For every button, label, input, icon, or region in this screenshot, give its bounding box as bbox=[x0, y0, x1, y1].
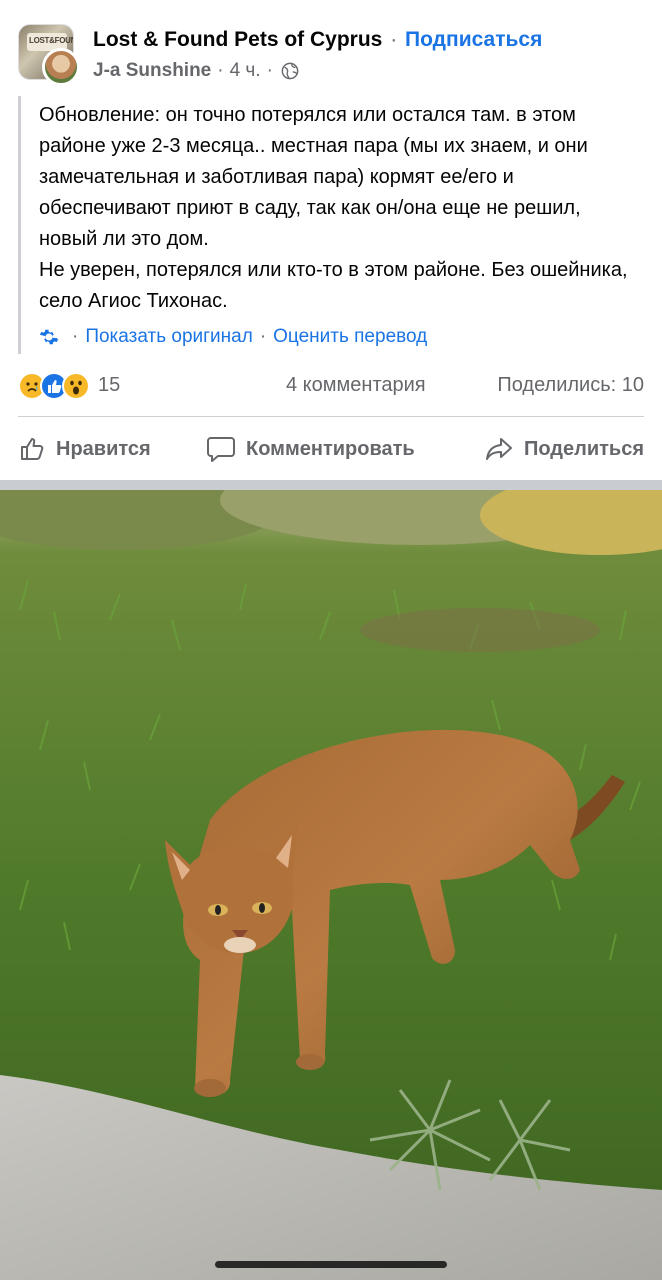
section-gap bbox=[0, 480, 662, 490]
separator-dot: · bbox=[259, 326, 267, 347]
post-meta: J-a Sunshine · 4 ч. · bbox=[93, 60, 299, 82]
author-name[interactable]: J-a Sunshine bbox=[93, 60, 211, 82]
divider bbox=[18, 416, 644, 417]
post-header: LOST&FOUND Lost & Found Pets of Cyprus ·… bbox=[0, 0, 662, 96]
post-photo[interactable] bbox=[0, 490, 662, 1280]
reaction-icons[interactable] bbox=[18, 372, 90, 402]
post-text-paragraph: Не уверен, потерялся или кто-то в этом р… bbox=[39, 259, 628, 312]
comment-bubble-icon bbox=[207, 437, 235, 462]
separator-dot: · bbox=[217, 60, 224, 81]
shares-count[interactable]: Поделились: 10 bbox=[497, 374, 644, 397]
group-name-line: Lost & Found Pets of Cyprus · Подписатьс… bbox=[93, 28, 542, 52]
share-arrow-icon bbox=[485, 438, 512, 460]
wow-reaction-icon bbox=[62, 372, 90, 400]
cat-photo bbox=[0, 490, 662, 1280]
reactions-row: 15 4 комментария Поделились: 10 bbox=[18, 368, 644, 408]
globe-icon bbox=[281, 62, 299, 80]
group-name[interactable]: Lost & Found Pets of Cyprus bbox=[93, 28, 382, 51]
post-text-paragraph: Обновление: он точно потерялся или остал… bbox=[39, 104, 588, 250]
comment-button[interactable]: Комментировать bbox=[206, 432, 415, 466]
post-time[interactable]: 4 ч. bbox=[230, 60, 261, 82]
comments-count[interactable]: 4 комментария bbox=[286, 374, 426, 397]
reaction-count[interactable]: 15 bbox=[98, 374, 120, 397]
separator-dot: · bbox=[390, 28, 398, 51]
translation-row: · Показать оригинал · Оценить перевод bbox=[39, 326, 427, 348]
like-button[interactable]: Нравится bbox=[18, 432, 151, 466]
avatar-sign-text: LOST&FOUND bbox=[29, 36, 73, 45]
comment-label: Комментировать bbox=[246, 437, 415, 460]
gear-icon[interactable] bbox=[39, 327, 59, 347]
show-original-link[interactable]: Показать оригинал bbox=[85, 326, 252, 348]
group-avatar[interactable]: LOST&FOUND bbox=[18, 24, 82, 88]
share-button[interactable]: Поделиться bbox=[484, 432, 644, 466]
thumbs-up-icon bbox=[21, 438, 44, 460]
home-indicator[interactable] bbox=[215, 1261, 447, 1268]
share-label: Поделиться bbox=[523, 437, 644, 460]
action-bar: Нравится Комментировать Поделиться bbox=[18, 424, 644, 474]
like-label: Нравится bbox=[56, 437, 151, 460]
rate-translation-link[interactable]: Оценить перевод bbox=[273, 326, 427, 348]
author-avatar[interactable] bbox=[42, 48, 80, 86]
post-text: Обновление: он точно потерялся или остал… bbox=[39, 100, 639, 317]
separator-dot: · bbox=[266, 60, 273, 81]
separator-dot: · bbox=[72, 326, 79, 347]
subscribe-button[interactable]: Подписаться bbox=[405, 28, 542, 51]
post-body: Обновление: он точно потерялся или остал… bbox=[18, 96, 644, 354]
